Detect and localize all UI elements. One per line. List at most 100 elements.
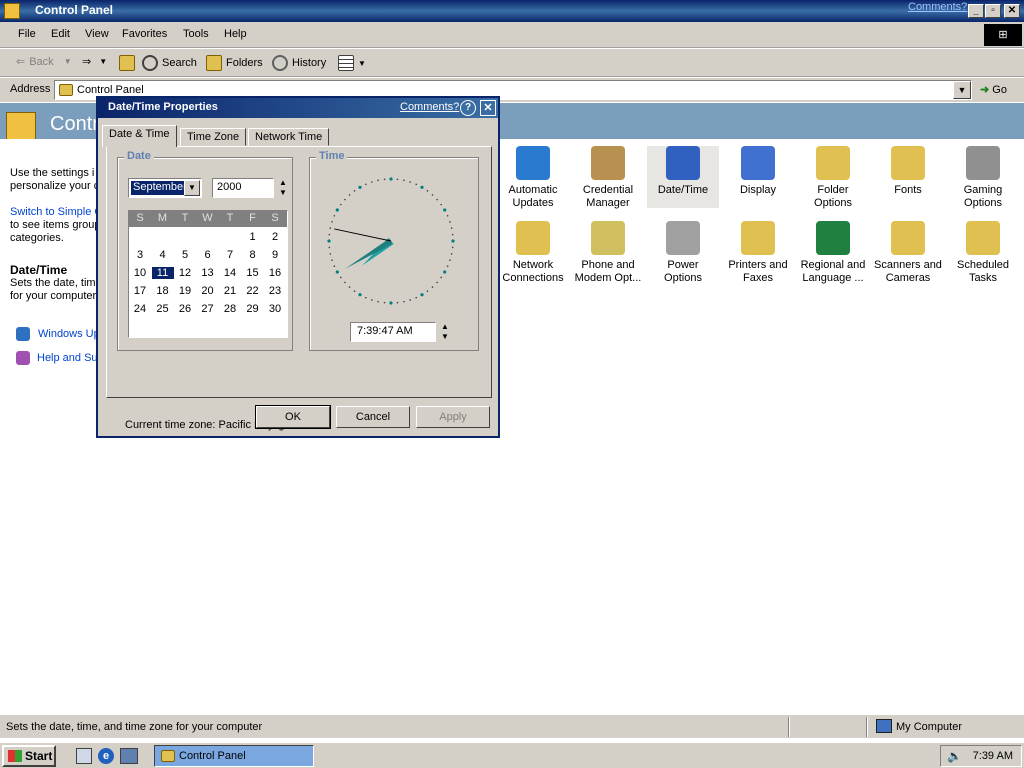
- calendar-day[interactable]: 19: [174, 285, 196, 297]
- calendar-day[interactable]: 3: [129, 249, 151, 261]
- show-desktop-icon[interactable]: [76, 748, 92, 764]
- time-input[interactable]: 7:39:47 AM: [350, 322, 436, 342]
- control-panel-item[interactable]: Network Connections: [497, 221, 569, 284]
- calendar-day[interactable]: 23: [264, 285, 286, 297]
- date-group-label: Date: [124, 150, 154, 162]
- start-button[interactable]: Start: [2, 745, 56, 767]
- menu-file[interactable]: File: [18, 28, 36, 40]
- folders-button[interactable]: Folders: [206, 55, 263, 71]
- dialog-comments-link[interactable]: Comments?: [400, 101, 459, 113]
- calendar-day[interactable]: 15: [242, 267, 264, 279]
- views-button[interactable]: ▼: [338, 55, 366, 71]
- calendar-day[interactable]: 12: [174, 267, 196, 279]
- control-panel-item[interactable]: Power Options: [647, 221, 719, 284]
- menu-view[interactable]: View: [85, 28, 109, 40]
- windows-explorer-icon[interactable]: [120, 748, 138, 764]
- control-panel-item[interactable]: Scanners and Cameras: [872, 221, 944, 284]
- menu-tools[interactable]: Tools: [183, 28, 209, 40]
- calendar-day[interactable]: 13: [197, 267, 219, 279]
- calendar-day[interactable]: 25: [152, 303, 174, 315]
- control-panel-item[interactable]: Printers and Faxes: [722, 221, 794, 284]
- clock-tick: [364, 183, 367, 186]
- apply-button[interactable]: Apply: [416, 406, 490, 428]
- calendar-day[interactable]: 1: [242, 231, 264, 243]
- calendar-day[interactable]: 2: [264, 231, 286, 243]
- volume-icon[interactable]: 🔈: [947, 749, 962, 763]
- calendar-day[interactable]: 30: [264, 303, 286, 315]
- calendar-day[interactable]: 29: [242, 303, 264, 315]
- calendar-day[interactable]: 21: [219, 285, 241, 297]
- control-panel-item[interactable]: Automatic Updates: [497, 146, 569, 209]
- calendar-day[interactable]: 27: [197, 303, 219, 315]
- menu-edit[interactable]: Edit: [51, 28, 70, 40]
- content-title: Contr: [50, 113, 99, 135]
- up-folder-button[interactable]: [119, 55, 139, 71]
- time-spinner[interactable]: ▲ ▼: [440, 322, 450, 342]
- tab-network-time[interactable]: Network Time: [248, 128, 330, 146]
- calendar-day[interactable]: 18: [152, 285, 174, 297]
- tab-date-and-time[interactable]: Date & Time: [102, 125, 177, 147]
- comments-link[interactable]: Comments?: [908, 1, 967, 13]
- calendar-day[interactable]: 8: [242, 249, 264, 261]
- calendar-day[interactable]: 10: [129, 267, 151, 279]
- calendar-day[interactable]: 22: [242, 285, 264, 297]
- tab-time-zone[interactable]: Time Zone: [180, 128, 247, 146]
- taskbar-button-control-panel[interactable]: Control Panel: [154, 745, 314, 767]
- forward-button[interactable]: ⇒ ▼: [82, 55, 107, 68]
- year-spinner[interactable]: ▲ ▼: [278, 178, 288, 198]
- dialog-close-button[interactable]: ✕: [480, 100, 496, 116]
- calendar-day[interactable]: 14: [219, 267, 241, 279]
- history-button[interactable]: History: [272, 55, 326, 71]
- calendar-day[interactable]: 16: [264, 267, 286, 279]
- control-panel-item[interactable]: Folder Options: [797, 146, 869, 209]
- year-input[interactable]: 2000: [212, 178, 274, 198]
- clock-tick: [443, 270, 447, 274]
- calendar-day[interactable]: 4: [152, 249, 174, 261]
- control-panel-item[interactable]: Phone and Modem Opt...: [572, 221, 644, 284]
- calendar-day[interactable]: 20: [197, 285, 219, 297]
- calendar-day[interactable]: 6: [197, 249, 219, 261]
- menu-help[interactable]: Help: [224, 28, 247, 40]
- control-panel-item[interactable]: Fonts: [872, 146, 944, 208]
- back-button[interactable]: ⇐ Back ▼: [16, 55, 72, 69]
- control-panel-item[interactable]: Display: [722, 146, 794, 208]
- ok-button[interactable]: OK: [255, 405, 331, 429]
- calendar-day[interactable]: 11: [151, 267, 174, 279]
- tray-clock[interactable]: 7:39 AM: [973, 750, 1013, 762]
- control-panel-item[interactable]: Credential Manager: [572, 146, 644, 209]
- system-tray: 🔈 7:39 AM: [940, 745, 1022, 767]
- help-button[interactable]: ?: [460, 100, 476, 116]
- printer-folder-icon: [741, 221, 775, 255]
- maximize-button[interactable]: ▫: [985, 4, 1001, 18]
- calendar-day[interactable]: 7: [219, 249, 241, 261]
- calendar-day[interactable]: 5: [174, 249, 196, 261]
- month-select[interactable]: September ▼: [128, 178, 202, 198]
- window-titlebar[interactable]: Control Panel Comments? _ ▫ ✕: [0, 0, 1024, 22]
- help-and-support-link[interactable]: Help and Sup: [37, 352, 104, 364]
- calendar-day[interactable]: 24: [129, 303, 151, 315]
- start-label: Start: [25, 749, 53, 763]
- calendar-day[interactable]: 9: [264, 249, 286, 261]
- windows-update-link[interactable]: Windows Up: [38, 328, 100, 340]
- calendar-day[interactable]: 26: [174, 303, 196, 315]
- control-panel-item[interactable]: Scheduled Tasks: [947, 221, 1019, 284]
- control-panel-item[interactable]: Gaming Options: [947, 146, 1019, 209]
- phone-icon: [591, 221, 625, 255]
- control-panel-item[interactable]: Regional and Language ...: [797, 221, 869, 284]
- calendar-day[interactable]: 17: [129, 285, 151, 297]
- calendar-day[interactable]: 28: [219, 303, 241, 315]
- go-button[interactable]: ➜ Go: [980, 83, 1007, 96]
- minimize-button[interactable]: _: [968, 4, 984, 18]
- menu-favorites[interactable]: Favorites: [122, 28, 167, 40]
- switch-to-category-view-link[interactable]: Switch to Simple C: [10, 206, 102, 218]
- clock-tick: [331, 259, 333, 261]
- address-dropdown-button[interactable]: ▼: [953, 81, 971, 99]
- search-button[interactable]: Search: [142, 55, 197, 71]
- cancel-button[interactable]: Cancel: [336, 406, 410, 428]
- clock-tick: [415, 183, 418, 186]
- clock-tick: [440, 203, 442, 206]
- dialog-titlebar[interactable]: Date/Time Properties Comments? ? ✕: [98, 98, 498, 118]
- internet-explorer-icon[interactable]: e: [98, 748, 114, 764]
- control-panel-item[interactable]: Date/Time: [647, 146, 719, 208]
- close-button[interactable]: ✕: [1004, 4, 1020, 18]
